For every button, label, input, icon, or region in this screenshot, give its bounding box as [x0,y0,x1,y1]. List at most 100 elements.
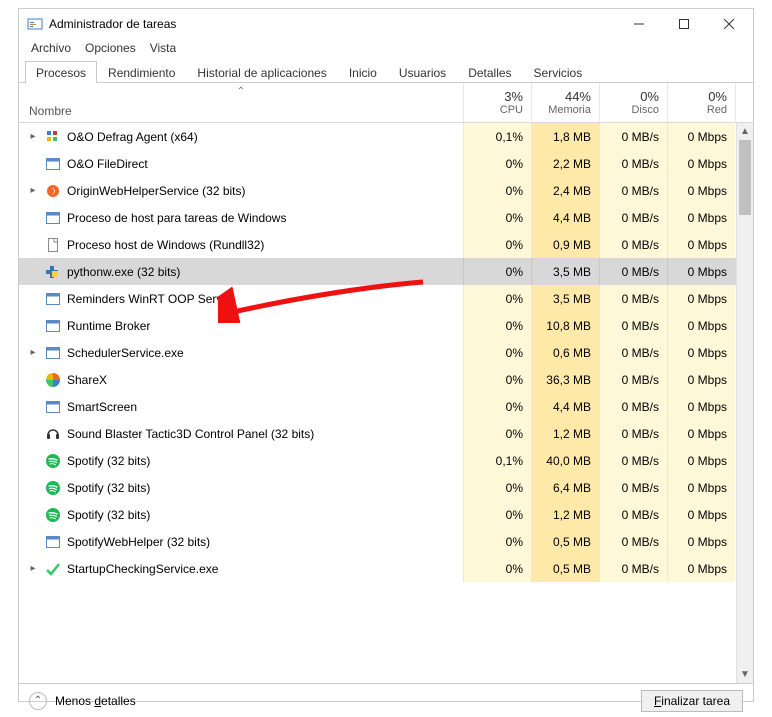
process-name: StartupCheckingService.exe [67,562,218,576]
close-button[interactable] [706,9,751,39]
disk-cell: 0 MB/s [599,285,667,312]
process-row[interactable]: ▸StartupCheckingService.exe0%0,5 MB0 MB/… [19,555,753,582]
memory-usage-total: 44% [565,89,591,104]
network-cell: 0 Mbps [667,312,735,339]
menu-file[interactable]: Archivo [31,41,71,55]
process-icon [45,210,61,226]
disk-usage-total: 0% [640,89,659,104]
process-icon [45,453,61,469]
menu-options[interactable]: Opciones [85,41,136,55]
memory-cell: 2,2 MB [531,150,599,177]
process-row[interactable]: O&O FileDirect0%2,2 MB0 MB/s0 Mbps [19,150,753,177]
process-row[interactable]: ▸SchedulerService.exe0%0,6 MB0 MB/s0 Mbp… [19,339,753,366]
column-name[interactable]: ⌃ Nombre [19,83,463,122]
tab-history[interactable]: Historial de aplicaciones [186,61,337,83]
process-name: ShareX [67,373,107,387]
process-name: SpotifyWebHelper (32 bits) [67,535,210,549]
process-row[interactable]: Spotify (32 bits)0%1,2 MB0 MB/s0 Mbps [19,501,753,528]
cpu-cell: 0,1% [463,123,531,150]
memory-cell: 3,5 MB [531,258,599,285]
memory-cell: 0,6 MB [531,339,599,366]
menubar: Archivo Opciones Vista [19,39,753,59]
column-memory[interactable]: 44% Memoria [531,83,599,122]
tab-startup[interactable]: Inicio [338,61,388,83]
cpu-usage-total: 3% [504,89,523,104]
scroll-up-icon[interactable]: ▲ [737,123,753,140]
tab-users[interactable]: Usuarios [388,61,457,83]
disk-cell: 0 MB/s [599,555,667,582]
network-cell: 0 Mbps [667,150,735,177]
process-name: Runtime Broker [67,319,150,333]
network-cell: 0 Mbps [667,528,735,555]
network-cell: 0 Mbps [667,285,735,312]
process-icon [45,399,61,415]
memory-cell: 1,2 MB [531,420,599,447]
process-name: OriginWebHelperService (32 bits) [67,184,246,198]
expand-icon[interactable]: ▸ [27,185,39,196]
cpu-cell: 0% [463,339,531,366]
cpu-cell: 0% [463,312,531,339]
process-row[interactable]: Reminders WinRT OOP Server0%3,5 MB0 MB/s… [19,285,753,312]
column-cpu[interactable]: 3% CPU [463,83,531,122]
process-row[interactable]: Spotify (32 bits)0,1%40,0 MB0 MB/s0 Mbps [19,447,753,474]
process-name: SmartScreen [67,400,137,414]
expand-icon[interactable]: ▸ [27,563,39,574]
fewer-details-label[interactable]: Menos detalles [55,694,136,708]
end-task-button[interactable]: Finalizar tarea [641,690,743,712]
process-name: Spotify (32 bits) [67,481,150,495]
process-row[interactable]: Sound Blaster Tactic3D Control Panel (32… [19,420,753,447]
tab-services[interactable]: Servicios [523,61,594,83]
scroll-down-icon[interactable]: ▼ [737,666,753,683]
process-row[interactable]: Spotify (32 bits)0%6,4 MB0 MB/s0 Mbps [19,474,753,501]
expand-icon[interactable]: ▸ [27,131,39,142]
process-name: O&O Defrag Agent (x64) [67,130,198,144]
process-row[interactable]: Proceso host de Windows (Rundll32)0%0,9 … [19,231,753,258]
menu-view[interactable]: Vista [150,41,176,55]
disk-cell: 0 MB/s [599,204,667,231]
memory-cell: 40,0 MB [531,447,599,474]
cpu-cell: 0% [463,528,531,555]
scrollbar[interactable]: ▲ ▼ [736,123,753,683]
tab-details[interactable]: Detalles [457,61,522,83]
process-list[interactable]: ▸O&O Defrag Agent (x64)0,1%1,8 MB0 MB/s0… [19,123,753,683]
process-row[interactable]: ShareX0%36,3 MB0 MB/s0 Mbps [19,366,753,393]
disk-cell: 0 MB/s [599,528,667,555]
disk-cell: 0 MB/s [599,420,667,447]
process-row[interactable]: Runtime Broker 0%10,8 MB0 MB/s0 Mbps [19,312,753,339]
memory-cell: 0,5 MB [531,555,599,582]
footer: ⌃ Menos detalles Finalizar tarea [19,683,753,717]
process-row[interactable]: SmartScreen0%4,4 MB0 MB/s0 Mbps [19,393,753,420]
minimize-button[interactable] [616,9,661,39]
disk-cell: 0 MB/s [599,312,667,339]
disk-cell: 0 MB/s [599,474,667,501]
process-row[interactable]: SpotifyWebHelper (32 bits)0%0,5 MB0 MB/s… [19,528,753,555]
expand-icon[interactable]: ▸ [27,347,39,358]
maximize-button[interactable] [661,9,706,39]
process-name: Proceso de host para tareas de Windows [67,211,286,225]
network-cell: 0 Mbps [667,555,735,582]
network-cell: 0 Mbps [667,258,735,285]
column-headers: ⌃ Nombre 3% CPU 44% Memoria 0% Disco 0% … [19,83,753,123]
sort-indicator-icon: ⌃ [237,86,245,97]
process-name: Reminders WinRT OOP Server [67,292,233,306]
process-row[interactable]: Proceso de host para tareas de Windows0%… [19,204,753,231]
process-icon [45,291,61,307]
process-row[interactable]: ▸O&O Defrag Agent (x64)0,1%1,8 MB0 MB/s0… [19,123,753,150]
tab-performance[interactable]: Rendimiento [97,61,186,83]
memory-cell: 10,8 MB [531,312,599,339]
network-cell: 0 Mbps [667,474,735,501]
cpu-cell: 0,1% [463,447,531,474]
process-row[interactable]: pythonw.exe (32 bits)0%3,5 MB0 MB/s0 Mbp… [19,258,753,285]
titlebar[interactable]: Administrador de tareas [19,9,753,39]
cpu-cell: 0% [463,150,531,177]
memory-cell: 1,2 MB [531,501,599,528]
fewer-details-icon[interactable]: ⌃ [29,692,47,710]
column-disk[interactable]: 0% Disco [599,83,667,122]
process-icon [45,534,61,550]
scroll-thumb[interactable] [739,140,751,215]
process-icon [45,345,61,361]
process-row[interactable]: ▸OriginWebHelperService (32 bits)0%2,4 M… [19,177,753,204]
tab-processes[interactable]: Procesos [25,61,97,83]
disk-cell: 0 MB/s [599,231,667,258]
column-network[interactable]: 0% Red [667,83,735,122]
